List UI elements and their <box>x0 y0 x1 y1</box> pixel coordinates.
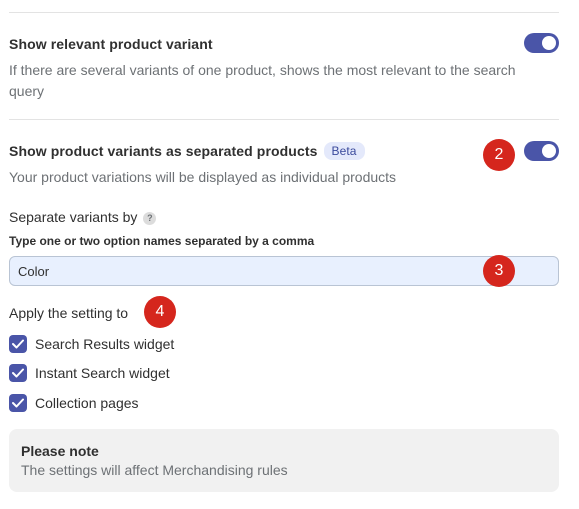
relevant-variant-description: If there are several variants of one pro… <box>9 62 516 99</box>
toggle-knob <box>542 36 556 50</box>
separated-variants-title: Show product variants as separated produ… <box>9 143 318 159</box>
checkbox-checked-icon[interactable] <box>9 394 27 412</box>
separate-by-label: Separate variants by <box>9 209 138 225</box>
checkbox-label: Collection pages <box>35 395 139 411</box>
relevant-variant-toggle[interactable] <box>524 33 559 53</box>
note-text: The settings will affect Merchandising r… <box>21 462 288 478</box>
separated-variants-description: Your product variations will be displaye… <box>9 169 397 185</box>
checkbox-search-results-widget[interactable]: Search Results widget <box>9 335 174 353</box>
checkbox-label: Instant Search widget <box>35 365 170 381</box>
checkbox-checked-icon[interactable] <box>9 364 27 382</box>
relevant-variant-title: Show relevant product variant <box>9 36 213 52</box>
step-marker-4: 4 <box>144 296 176 328</box>
step-marker-2: 2 <box>483 139 515 171</box>
help-icon[interactable]: ? <box>143 211 157 225</box>
separate-by-input[interactable]: Color <box>9 256 559 286</box>
separated-variants-title-row: Show product variants as separated produ… <box>9 142 365 161</box>
section-divider <box>9 119 559 120</box>
toggle-knob <box>542 144 556 158</box>
top-divider <box>9 12 559 13</box>
settings-panel: Show relevant product variant If there a… <box>0 0 579 509</box>
step-marker-3: 3 <box>483 255 515 287</box>
separate-by-hint: Type one or two option names separated b… <box>9 234 315 248</box>
note-title: Please note <box>21 443 99 459</box>
apply-to-label: Apply the setting to <box>9 305 129 321</box>
beta-badge: Beta <box>323 142 365 160</box>
checkbox-instant-search-widget[interactable]: Instant Search widget <box>9 364 170 382</box>
separate-by-input-value: Color <box>18 263 50 279</box>
separate-by-label-row: Separate variants by? <box>9 209 157 226</box>
checkbox-label: Search Results widget <box>35 336 175 352</box>
checkbox-collection-pages[interactable]: Collection pages <box>9 394 139 412</box>
separated-variants-toggle[interactable] <box>524 141 559 161</box>
checkbox-checked-icon[interactable] <box>9 335 27 353</box>
please-note-banner: Please note The settings will affect Mer… <box>9 429 559 492</box>
